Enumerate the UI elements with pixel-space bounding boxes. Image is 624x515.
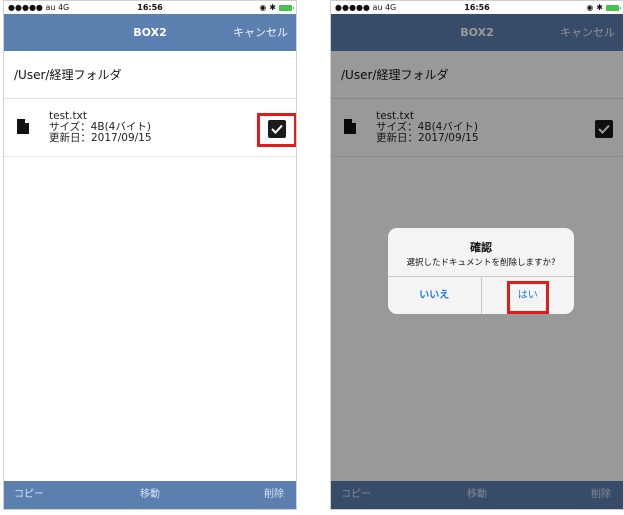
file-date: 更新日：2017/09/15 [49,132,152,144]
file-info: test.txt サイズ：4B(4バイト) 更新日：2017/09/15 [49,111,152,144]
confirm-dialog: 確認 選択したドキュメントを削除しますか? いいえ はい [388,228,574,314]
bluetooth-icon: ✱ [269,3,276,12]
no-button[interactable]: いいえ [388,277,482,314]
delete-button[interactable]: 削除 [264,481,284,509]
yes-button-highlight [507,281,549,314]
status-icons: ◉ ✱ [586,1,621,14]
cancel-button[interactable]: キャンセル [233,14,288,51]
bottom-toolbar: コピー 移動 削除 [4,481,296,509]
location-icon: ◉ [586,3,594,12]
clock: 16:56 [137,3,163,12]
nav-bar: BOX2 キャンセル [4,14,296,51]
status-icons: ◉ ✱ [259,1,294,14]
status-bar: ●●●●● au 4G 16:56 ◉ ✱ [4,1,296,14]
folder-path: /User/経理フォルダ [4,51,296,99]
checkbox-highlight [257,113,296,147]
screen-before: ●●●●● au 4G 16:56 ◉ ✱ BOX2 キャンセル /User/経… [3,0,297,510]
move-button[interactable]: 移動 [4,481,296,509]
battery-icon [606,4,621,11]
status-bar: ●●●●● au 4G 16:56 ◉ ✱ [331,1,623,14]
document-icon [17,119,29,138]
bluetooth-icon: ✱ [596,3,603,12]
dialog-message: 選択したドキュメントを削除しますか? [406,258,556,268]
clock: 16:56 [464,3,490,12]
location-icon: ◉ [259,3,267,12]
dialog-title: 確認 [470,241,492,254]
screen-after: ●●●●● au 4G 16:56 ◉ ✱ BOX2 キャンセル /User/経… [330,0,624,510]
battery-icon [279,4,294,11]
file-row[interactable]: test.txt サイズ：4B(4バイト) 更新日：2017/09/15 [4,99,296,157]
